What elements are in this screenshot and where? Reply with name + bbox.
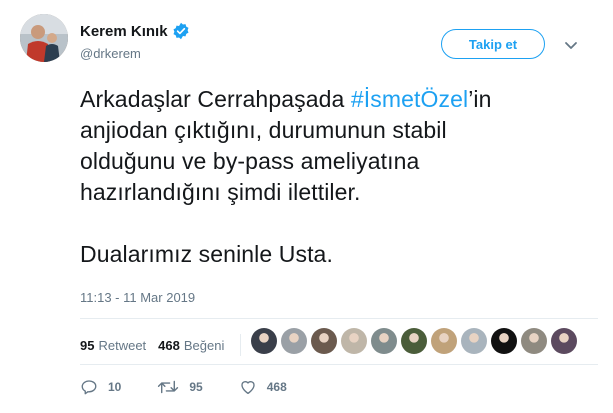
retweet-stat-count: 95 xyxy=(80,337,95,353)
divider xyxy=(80,364,598,365)
liker-avatar[interactable] xyxy=(341,328,367,354)
retweet-icon xyxy=(158,380,179,394)
avatar[interactable] xyxy=(20,14,68,62)
tweet-line-1-end: ’in xyxy=(468,86,492,112)
liker-avatar[interactable] xyxy=(431,328,457,354)
liker-avatar[interactable] xyxy=(371,328,397,354)
verified-badge-icon xyxy=(173,22,189,40)
liker-avatar[interactable] xyxy=(491,328,517,354)
tweet-timestamp[interactable]: 11:13 - 11 Mar 2019 xyxy=(80,290,195,305)
like-stat-label: Beğeni xyxy=(183,337,225,353)
chevron-down-icon[interactable] xyxy=(562,36,580,54)
retweet-stat-label: Retweet xyxy=(98,337,147,353)
tweet-text: Arkadaşlar Cerrahpaşada #İsmetÖzel’in an… xyxy=(80,84,580,270)
reply-button[interactable]: 10 xyxy=(80,378,121,396)
divider xyxy=(80,318,598,319)
like-stat-count: 468 xyxy=(158,337,180,353)
tweet-line-2: anjiodan çıktığını, durumunun stabil xyxy=(80,117,447,143)
tweet-line-4: hazırlandığını şimdi ilettiler. xyxy=(80,179,361,205)
heart-icon xyxy=(241,381,255,395)
hashtag-link[interactable]: #İsmetÖzel xyxy=(351,86,468,112)
engagement-stats: 95 Retweet 468 Beğeni xyxy=(80,334,249,356)
like-action-count: 468 xyxy=(266,380,287,394)
author-name-row: Kerem Kınık xyxy=(80,22,190,40)
liker-avatar[interactable] xyxy=(281,328,307,354)
author-handle[interactable]: @drkerem xyxy=(80,46,141,61)
liker-avatar[interactable] xyxy=(461,328,487,354)
retweet-button[interactable]: 95 xyxy=(157,378,203,396)
liker-avatar[interactable] xyxy=(551,328,577,354)
tweet-line-1-start: Arkadaşlar Cerrahpaşada xyxy=(80,86,351,112)
liker-avatar[interactable] xyxy=(251,328,277,354)
tweet-line-1: Arkadaşlar Cerrahpaşada #İsmetÖzel’in xyxy=(80,84,580,115)
liker-avatars xyxy=(251,328,581,354)
liker-avatar[interactable] xyxy=(521,328,547,354)
like-button[interactable]: 468 xyxy=(239,378,287,396)
avatar-photo xyxy=(20,14,68,62)
retweet-action-count: 95 xyxy=(189,380,203,394)
tweet-line-5: Dualarımız seninle Usta. xyxy=(80,241,333,267)
reply-icon xyxy=(81,380,97,395)
liker-avatar[interactable] xyxy=(401,328,427,354)
stats-separator xyxy=(240,334,242,356)
author-display-name[interactable]: Kerem Kınık xyxy=(80,23,168,40)
like-stat[interactable]: 468 Beğeni xyxy=(158,338,224,353)
liker-avatar[interactable] xyxy=(311,328,337,354)
retweet-stat[interactable]: 95 Retweet xyxy=(80,338,146,353)
tweet-actions: 10 95 468 xyxy=(80,378,323,396)
reply-count: 10 xyxy=(108,380,122,394)
follow-button[interactable]: Takip et xyxy=(441,29,545,59)
tweet-line-3: olduğunu ve by-pass ameliyatına xyxy=(80,148,420,174)
